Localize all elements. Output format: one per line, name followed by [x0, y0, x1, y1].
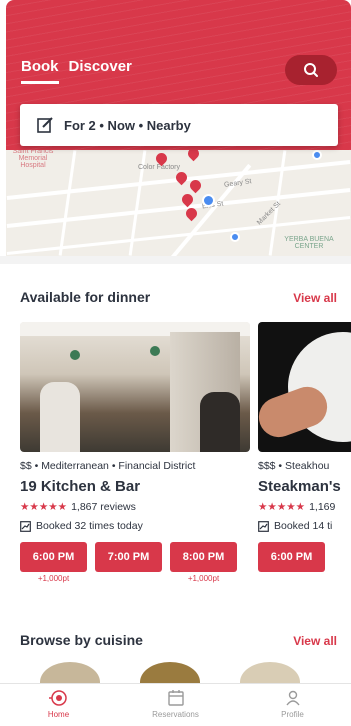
bottom-nav: Home Reservations Profile: [0, 683, 351, 726]
time-slot: 8:00 PM +1,000pt: [170, 542, 237, 583]
restaurant-pin[interactable]: [185, 150, 202, 162]
star-rating-icon: ★★★★★: [258, 501, 306, 513]
points-label: +1,000pt: [187, 574, 220, 583]
time-slot: 7:00 PM: [95, 542, 162, 583]
restaurant-meta: $$ • Mediterranean • Financial District: [20, 460, 196, 472]
review-count: 1,867 reviews: [71, 501, 136, 513]
cuisine-view-all-link[interactable]: View all: [293, 634, 337, 648]
restaurant-card[interactable]: $$ • Mediterranean • Financial District …: [20, 322, 250, 592]
search-button[interactable]: [285, 55, 337, 85]
nav-profile[interactable]: Profile: [234, 684, 351, 726]
time-slot-button[interactable]: 6:00 PM: [20, 542, 87, 572]
time-slot: 6:00 PM: [258, 542, 325, 572]
section-divider: [0, 256, 351, 264]
restaurant-rating: ★★★★★ 1,867 reviews: [20, 501, 250, 513]
map-poi-dot: [312, 150, 322, 160]
map-label-geary: Geary St: [223, 178, 252, 189]
current-location-dot: [202, 194, 215, 207]
booked-text: Booked 14 ti: [274, 520, 333, 532]
review-count: 1,169: [309, 501, 336, 513]
star-rating-icon: ★★★★★: [20, 501, 68, 513]
nav-home-label: Home: [47, 710, 70, 719]
time-slots: 6:00 PM +1,000pt 7:00 PM 8:00 PM +1,000p…: [20, 542, 250, 583]
trending-icon: [258, 520, 269, 532]
booked-info: Booked 32 times today: [20, 520, 250, 532]
booked-text: Booked 32 times today: [36, 520, 143, 532]
top-tabs: Book Discover: [21, 58, 132, 84]
time-slot-button[interactable]: 7:00 PM: [95, 542, 162, 572]
time-slot-button[interactable]: 6:00 PM: [258, 542, 325, 572]
tab-discover[interactable]: Discover: [69, 58, 132, 84]
map-label-yerba-buena: YERBA BUENA CENTER: [284, 236, 334, 250]
restaurant-photo: [258, 322, 351, 452]
restaurant-pin[interactable]: [173, 169, 190, 186]
map-label-color-factory: Color Factory: [138, 164, 181, 171]
nav-reservations-label: Reservations: [152, 710, 199, 719]
restaurant-card[interactable]: $$$ • Steakhou Steakman's ★★★★★ 1,169 Bo…: [258, 322, 351, 592]
map-label-hospital: Saint Francis Memorial Hospital: [12, 150, 54, 169]
cuisine-section-title: Browse by cuisine: [20, 632, 143, 648]
booked-info: Booked 14 ti: [258, 520, 351, 532]
time-slots: 6:00 PM: [258, 542, 351, 572]
nav-profile-label: Profile: [281, 710, 304, 719]
dinner-view-all-link[interactable]: View all: [293, 291, 337, 305]
party-filter-bar[interactable]: For 2 • Now • Nearby: [20, 104, 338, 146]
restaurant-name: Steakman's: [258, 478, 341, 495]
time-slot: 6:00 PM +1,000pt: [20, 542, 87, 583]
search-icon: [304, 63, 318, 77]
profile-icon: [285, 690, 300, 706]
map-poi-dot: [230, 232, 240, 242]
edit-icon: [37, 117, 53, 133]
filter-label: For 2 • Now • Nearby: [64, 117, 191, 133]
home-icon: [48, 690, 67, 706]
nav-reservations[interactable]: Reservations: [117, 684, 234, 726]
restaurant-meta: $$$ • Steakhou: [258, 460, 330, 472]
points-label: +1,000pt: [37, 574, 70, 583]
dinner-section-title: Available for dinner: [20, 289, 151, 305]
time-slot-button[interactable]: 8:00 PM: [170, 542, 237, 572]
nav-home[interactable]: Home: [0, 684, 117, 726]
restaurant-rating: ★★★★★ 1,169: [258, 501, 351, 513]
trending-icon: [20, 520, 31, 532]
map[interactable]: Saint Francis Memorial Hospital Color Fa…: [6, 150, 351, 256]
tab-book[interactable]: Book: [21, 58, 59, 84]
restaurant-photo: [20, 322, 250, 452]
restaurant-name: 19 Kitchen & Bar: [20, 478, 141, 495]
calendar-icon: [167, 690, 184, 706]
